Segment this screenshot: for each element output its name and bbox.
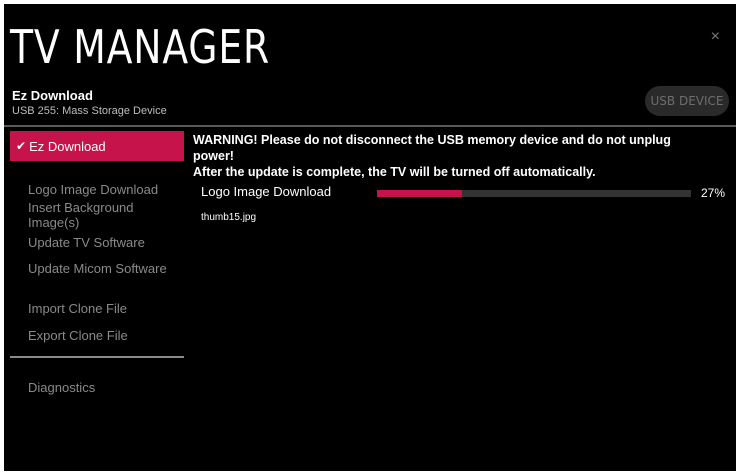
sidebar-item-ez-download[interactable]: ✔ Ez Download: [10, 131, 184, 161]
sidebar-item-logo-image-download[interactable]: Logo Image Download: [10, 175, 184, 203]
close-icon[interactable]: ×: [711, 28, 720, 46]
sidebar-item-label: Import Clone File: [28, 300, 127, 316]
tv-manager-screen: TV MANAGER × Ez Download USB 255: Mass S…: [4, 4, 736, 471]
sidebar-item-label: Update Micom Software: [28, 260, 167, 276]
sidebar-item-label: Insert Background Image(s): [28, 200, 134, 230]
sidebar-item-insert-background-images[interactable]: Insert Background Image(s): [10, 200, 184, 230]
sidebar-item-update-micom-software[interactable]: Update Micom Software: [10, 254, 184, 282]
device-description: USB 255: Mass Storage Device: [12, 105, 167, 117]
download-label: Logo Image Download: [201, 184, 332, 199]
sidebar-item-label: Update TV Software: [28, 234, 145, 250]
warning-line-1: WARNING! Please do not disconnect the US…: [193, 133, 671, 163]
header-divider: [4, 125, 736, 127]
page-title: TV MANAGER: [10, 20, 271, 74]
sidebar-item-update-tv-software[interactable]: Update TV Software: [10, 228, 184, 256]
download-progress-fill: [377, 190, 462, 197]
warning-message: WARNING! Please do not disconnect the US…: [193, 132, 713, 180]
sidebar-divider: [10, 356, 184, 358]
sidebar-item-label: Ez Download: [29, 138, 106, 154]
sidebar-item-label: Diagnostics: [28, 379, 96, 395]
download-file-name: thumb15.jpg: [201, 212, 257, 223]
sidebar-item-label: Export Clone File: [28, 327, 128, 343]
download-progress-bar: [377, 190, 691, 197]
checkmark-icon: ✔: [16, 139, 27, 153]
sidebar-item-label: Logo Image Download: [28, 181, 159, 197]
device-name: Ez Download: [12, 88, 93, 103]
sidebar-item-import-clone-file[interactable]: Import Clone File: [10, 294, 184, 322]
download-progress-percent: 27%: [701, 186, 726, 200]
sidebar-item-export-clone-file[interactable]: Export Clone File: [10, 321, 184, 349]
sidebar-item-diagnostics[interactable]: Diagnostics: [10, 373, 184, 401]
warning-line-2: After the update is complete, the TV wil…: [193, 165, 596, 179]
usb-device-button[interactable]: USB DEVICE: [645, 86, 729, 116]
